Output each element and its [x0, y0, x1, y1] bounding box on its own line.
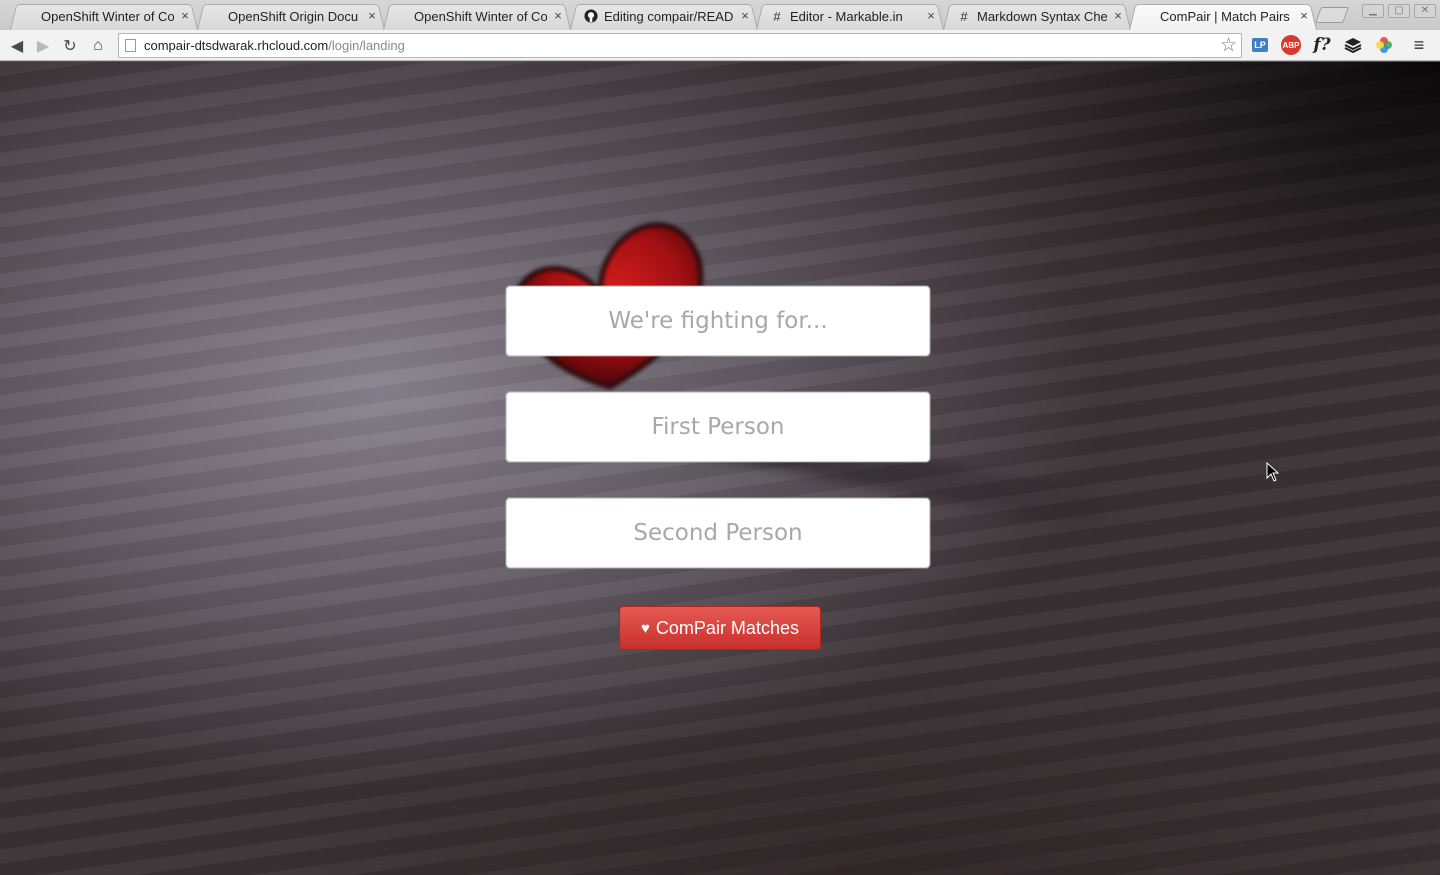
- browser-tab[interactable]: Editing compair/READ ×: [570, 2, 758, 30]
- new-tab-button[interactable]: [1315, 7, 1349, 23]
- browser-tab[interactable]: # Markdown Syntax Che ×: [943, 2, 1131, 30]
- close-icon[interactable]: ×: [1297, 9, 1311, 23]
- close-icon[interactable]: ×: [924, 9, 938, 23]
- home-icon[interactable]: ⌂: [87, 35, 109, 57]
- colorpicker-icon[interactable]: [1373, 35, 1395, 55]
- page-icon: [125, 39, 136, 52]
- address-path: /login/landing: [328, 38, 405, 53]
- compair-matches-label: ComPair Matches: [655, 617, 799, 638]
- tab-title: Editing compair/READ: [604, 8, 734, 24]
- browser-tab[interactable]: OpenShift Winter of Co ×: [10, 2, 198, 30]
- browser-tab[interactable]: OpenShift Winter of Co ×: [383, 2, 571, 30]
- tab-title: Markdown Syntax Che: [977, 8, 1107, 24]
- tab-title: Editor - Markable.in: [790, 8, 903, 24]
- adblock-plus-icon[interactable]: ABP: [1280, 35, 1302, 55]
- address-bar[interactable]: compair-dtsdwarak.rhcloud.com/login/land…: [118, 33, 1242, 58]
- lastpass-icon[interactable]: LP: [1249, 35, 1271, 55]
- maximize-window-button[interactable]: ▢: [1388, 4, 1410, 18]
- tab-title: OpenShift Winter of Co: [41, 8, 174, 24]
- browser-tab[interactable]: # Editor - Markable.in ×: [756, 2, 944, 30]
- address-host: compair-dtsdwarak.rhcloud.com: [144, 38, 329, 53]
- heart-icon: ♥: [641, 619, 650, 637]
- hash-icon: #: [773, 8, 781, 24]
- close-icon[interactable]: ×: [738, 9, 752, 23]
- tab-title: ComPair | Match Pairs: [1160, 8, 1290, 24]
- second-person-input[interactable]: [506, 498, 930, 568]
- browser-tab[interactable]: OpenShift Origin Docu ×: [197, 2, 385, 30]
- back-icon[interactable]: ◀: [6, 35, 28, 57]
- tab-title: OpenShift Winter of Co: [414, 8, 547, 24]
- github-icon: [584, 9, 598, 23]
- buffer-icon[interactable]: [1342, 35, 1364, 55]
- tab-strip: OpenShift Winter of Co × OpenShift Origi…: [0, 0, 1440, 30]
- close-icon[interactable]: ×: [551, 9, 565, 23]
- first-person-input[interactable]: [506, 392, 930, 462]
- close-icon[interactable]: ×: [178, 9, 192, 23]
- mouse-cursor-icon: [1266, 462, 1280, 482]
- chrome-menu-icon[interactable]: ≡: [1408, 35, 1430, 55]
- reload-icon[interactable]: ↻: [59, 35, 81, 57]
- close-window-button[interactable]: ✕: [1414, 4, 1436, 18]
- landing-page: ♥ ComPair Matches: [0, 62, 1440, 875]
- tab-title: OpenShift Origin Docu: [228, 8, 359, 24]
- compair-matches-button[interactable]: ♥ ComPair Matches: [619, 606, 821, 650]
- cause-input[interactable]: [506, 286, 930, 356]
- extension-label: ABP: [1281, 35, 1301, 55]
- extension-label: LP: [1252, 38, 1268, 52]
- hash-icon: #: [960, 8, 968, 24]
- close-icon[interactable]: ×: [1111, 9, 1125, 23]
- forward-icon[interactable]: ▶: [32, 35, 54, 57]
- whatfont-icon[interactable]: f?: [1311, 35, 1333, 55]
- browser-tab-active[interactable]: ComPair | Match Pairs ×: [1129, 2, 1317, 30]
- browser-toolbar: ◀ ▶ ↻ ⌂ compair-dtsdwarak.rhcloud.com/lo…: [0, 30, 1440, 61]
- minimize-window-button[interactable]: ▁: [1362, 4, 1384, 18]
- bookmark-star-icon[interactable]: ☆: [1220, 35, 1237, 56]
- close-icon[interactable]: ×: [365, 9, 379, 23]
